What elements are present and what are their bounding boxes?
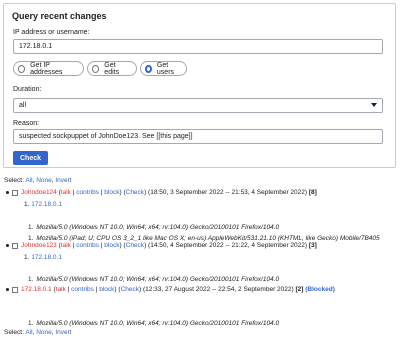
edit-count: [3] <box>308 242 317 249</box>
result-row: 172.18.0.1 (talk | contribs | block) (Ch… <box>6 286 335 293</box>
contribs-link[interactable]: contribs <box>76 242 99 249</box>
user-agent-text: Mozilla/5.0 (iPad; U; CPU OS 3_2_1 like … <box>36 235 380 242</box>
result-row: Johndoe124 (talk | contribs | block) (Ch… <box>6 189 317 196</box>
radio-label: Get IP addresses <box>30 61 63 76</box>
check-link[interactable]: Check <box>121 286 139 293</box>
time-range: (12:33, 27 August 2022 -- 22:54, 2 Septe… <box>142 286 294 293</box>
radio-label: Get edits <box>104 61 120 76</box>
select-invert-link[interactable]: Invert <box>55 177 71 184</box>
list-number: 1. <box>28 320 34 327</box>
user-link[interactable]: Johndoe123 <box>21 242 57 249</box>
result-checkbox[interactable] <box>12 189 18 196</box>
reason-label: Reason: <box>13 120 40 127</box>
separator: , <box>32 177 35 184</box>
radio-dot-selected <box>145 64 152 73</box>
time-range: (14:50, 4 September 2022 -- 21:22, 4 Sep… <box>148 242 308 249</box>
chevron-down-icon <box>371 103 377 107</box>
list-number: 1. <box>28 224 34 231</box>
radio-dot <box>92 64 100 73</box>
select-prefix: Select: <box>4 329 24 336</box>
talk-link[interactable]: talk <box>61 242 71 249</box>
duration-select[interactable]: all <box>13 98 383 113</box>
bullet <box>6 288 9 291</box>
query-form: Query recent changes IP address or usern… <box>3 3 396 168</box>
contribs-link[interactable]: contribs <box>71 286 94 293</box>
user-agent-item: 1. Mozilla/5.0 (Windows NT 10.0; Win64; x… <box>28 276 279 283</box>
select-bar-top: Select: All, None, Invert <box>4 177 72 184</box>
select-none-link[interactable]: None <box>36 177 52 184</box>
user-link[interactable]: 172.18.0.1 <box>21 286 52 293</box>
list-number: 1. <box>24 201 30 208</box>
separator: , <box>51 177 54 184</box>
radio-dot <box>18 64 26 73</box>
talk-link[interactable]: talk <box>56 286 66 293</box>
separator: , <box>32 329 35 336</box>
radio-label: Get users <box>156 61 175 76</box>
form-legend: Query recent changes <box>12 11 107 21</box>
user-agent-text: Mozilla/5.0 (Windows NT 10.0; Win64; x64… <box>36 320 280 327</box>
user-agent-item: 1. Mozilla/5.0 (Windows NT 10.0; Win64; x… <box>28 320 279 327</box>
user-link[interactable]: Johndoe124 <box>21 189 57 196</box>
bullet <box>6 244 9 247</box>
edit-count: [2] <box>295 286 304 293</box>
list-number: 1. <box>28 235 34 242</box>
result-checkbox[interactable] <box>12 286 18 293</box>
user-agent-item: 1. Mozilla/5.0 (Windows NT 10.0; Win64; x… <box>28 224 279 231</box>
select-all-link[interactable]: All <box>25 329 32 336</box>
target-input[interactable]: 172.18.0.1 <box>13 39 383 54</box>
reason-input[interactable]: suspected sockpuppet of JohnDoe123. See … <box>13 129 383 144</box>
block-link[interactable]: block <box>104 189 119 196</box>
talk-link[interactable]: talk <box>61 189 71 196</box>
list-number: 1. <box>24 254 30 261</box>
result-checkbox[interactable] <box>12 242 18 249</box>
separator: , <box>51 329 54 336</box>
contribs-link[interactable]: contribs <box>76 189 99 196</box>
result-row: Johndoe123 (talk | contribs | block) (Ch… <box>6 242 317 249</box>
select-all-link[interactable]: All <box>25 177 32 184</box>
check-type-radios: Get IP addresses Get edits Get users <box>13 61 391 77</box>
user-agent-text: Mozilla/5.0 (Windows NT 10.0; Win64; x64… <box>36 224 280 231</box>
check-link[interactable]: Check <box>126 242 144 249</box>
radio-get-ips[interactable]: Get IP addresses <box>13 61 84 76</box>
check-link[interactable]: Check <box>126 189 144 196</box>
duration-value: all <box>19 102 27 109</box>
user-agent-item: 1. Mozilla/5.0 (iPad; U; CPU OS 3_2_1 lik… <box>28 235 380 242</box>
ip-link[interactable]: 172.18.0.1 <box>31 254 62 261</box>
user-agent-text: Mozilla/5.0 (Windows NT 10.0; Win64; x64… <box>36 276 280 283</box>
select-prefix: Select: <box>4 177 24 184</box>
ip-link[interactable]: 172.18.0.1 <box>31 201 62 208</box>
list-number: 1. <box>28 276 34 283</box>
target-label: IP address or username: <box>13 29 90 36</box>
block-link[interactable]: block <box>99 286 114 293</box>
radio-get-users[interactable]: Get users <box>140 61 187 76</box>
duration-label: Duration: <box>13 86 42 93</box>
time-range: (18:50, 3 September 2022 -- 21:53, 4 Sep… <box>148 189 308 196</box>
bullet <box>6 191 9 194</box>
select-invert-link[interactable]: Invert <box>55 329 71 336</box>
block-link[interactable]: block <box>104 242 119 249</box>
blocked-link[interactable]: (Blocked) <box>305 286 335 293</box>
radio-get-edits[interactable]: Get edits <box>87 61 137 76</box>
ip-item: 1. 172.18.0.1 <box>24 254 62 261</box>
ip-item: 1. 172.18.0.1 <box>24 201 62 208</box>
select-none-link[interactable]: None <box>36 329 52 336</box>
edit-count: [8] <box>308 189 317 196</box>
check-button[interactable]: Check <box>13 151 48 165</box>
select-bar-bottom: Select: All, None, Invert <box>4 329 72 336</box>
